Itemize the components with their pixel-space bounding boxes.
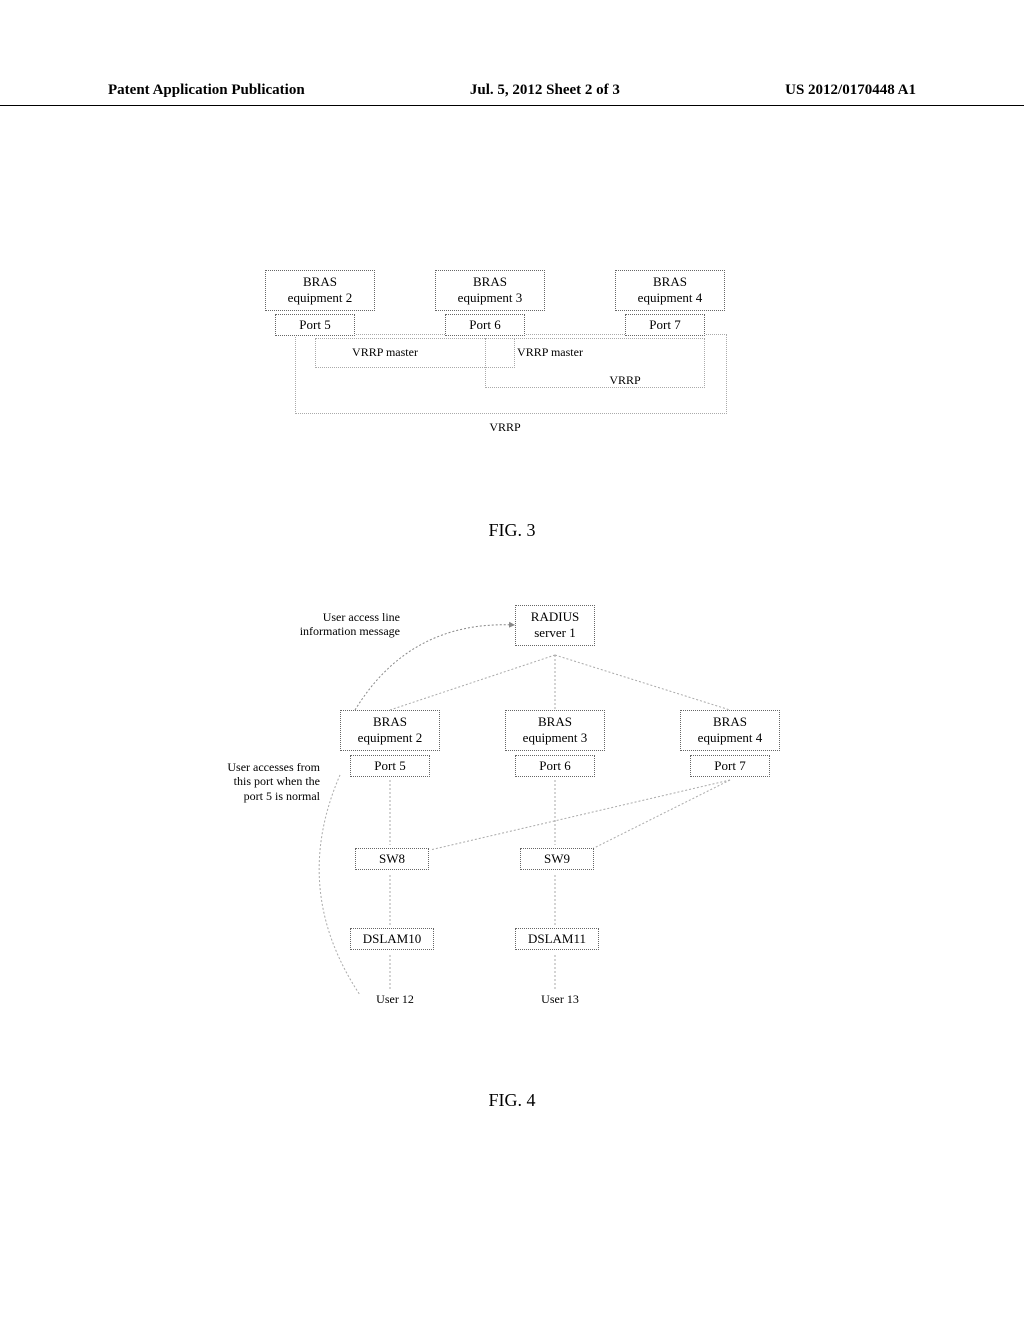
bras-3-box: BRASequipment 3 — [435, 270, 545, 311]
user-access-line-label: User access lineinformation message — [250, 610, 400, 639]
port-5-box: Port 5 — [275, 314, 355, 336]
port-7-box-f4: Port 7 — [690, 755, 770, 777]
bras-2-box-f4: BRASequipment 2 — [340, 710, 440, 751]
dslam11-box: DSLAM11 — [515, 928, 599, 950]
radius-server-box: RADIUSserver 1 — [515, 605, 595, 646]
port-5-box-f4: Port 5 — [350, 755, 430, 777]
figure-4: User access lineinformation message — [160, 600, 860, 1060]
bras-4-box: BRASequipment 4 — [615, 270, 725, 311]
port-6-box-f4: Port 6 — [515, 755, 595, 777]
dslam10-box: DSLAM10 — [350, 928, 434, 950]
bras-4-box-f4: BRASequipment 4 — [680, 710, 780, 751]
fig-4-caption: FIG. 4 — [0, 1090, 1024, 1111]
header-right: US 2012/0170448 A1 — [785, 82, 916, 103]
fig4-connectors — [160, 600, 860, 1060]
header-center: Jul. 5, 2012 Sheet 2 of 3 — [470, 82, 620, 103]
port-6-box: Port 6 — [445, 314, 525, 336]
user-port-note-label: User accesses fromthis port when theport… — [180, 760, 320, 803]
bras-3-box-f4: BRASequipment 3 — [505, 710, 605, 751]
page-header: Patent Application Publication Jul. 5, 2… — [0, 82, 1024, 106]
vrrp-master-2-label: VRRP master — [510, 345, 590, 359]
port-7-box: Port 7 — [625, 314, 705, 336]
sw8-box: SW8 — [355, 848, 429, 870]
sw9-box: SW9 — [520, 848, 594, 870]
user-13-label: User 13 — [525, 992, 595, 1006]
vrrp-master-1-label: VRRP master — [345, 345, 425, 359]
bras-2-box: BRASequipment 2 — [265, 270, 375, 311]
fig-3-caption: FIG. 3 — [0, 520, 1024, 541]
figure-3: BRASequipment 2 BRASequipment 3 BRASequi… — [255, 270, 785, 480]
vrrp-inner-label: VRRP — [595, 373, 655, 387]
header-left: Patent Application Publication — [108, 82, 305, 103]
user-12-label: User 12 — [360, 992, 430, 1006]
vrrp-outer-label: VRRP — [475, 420, 535, 434]
